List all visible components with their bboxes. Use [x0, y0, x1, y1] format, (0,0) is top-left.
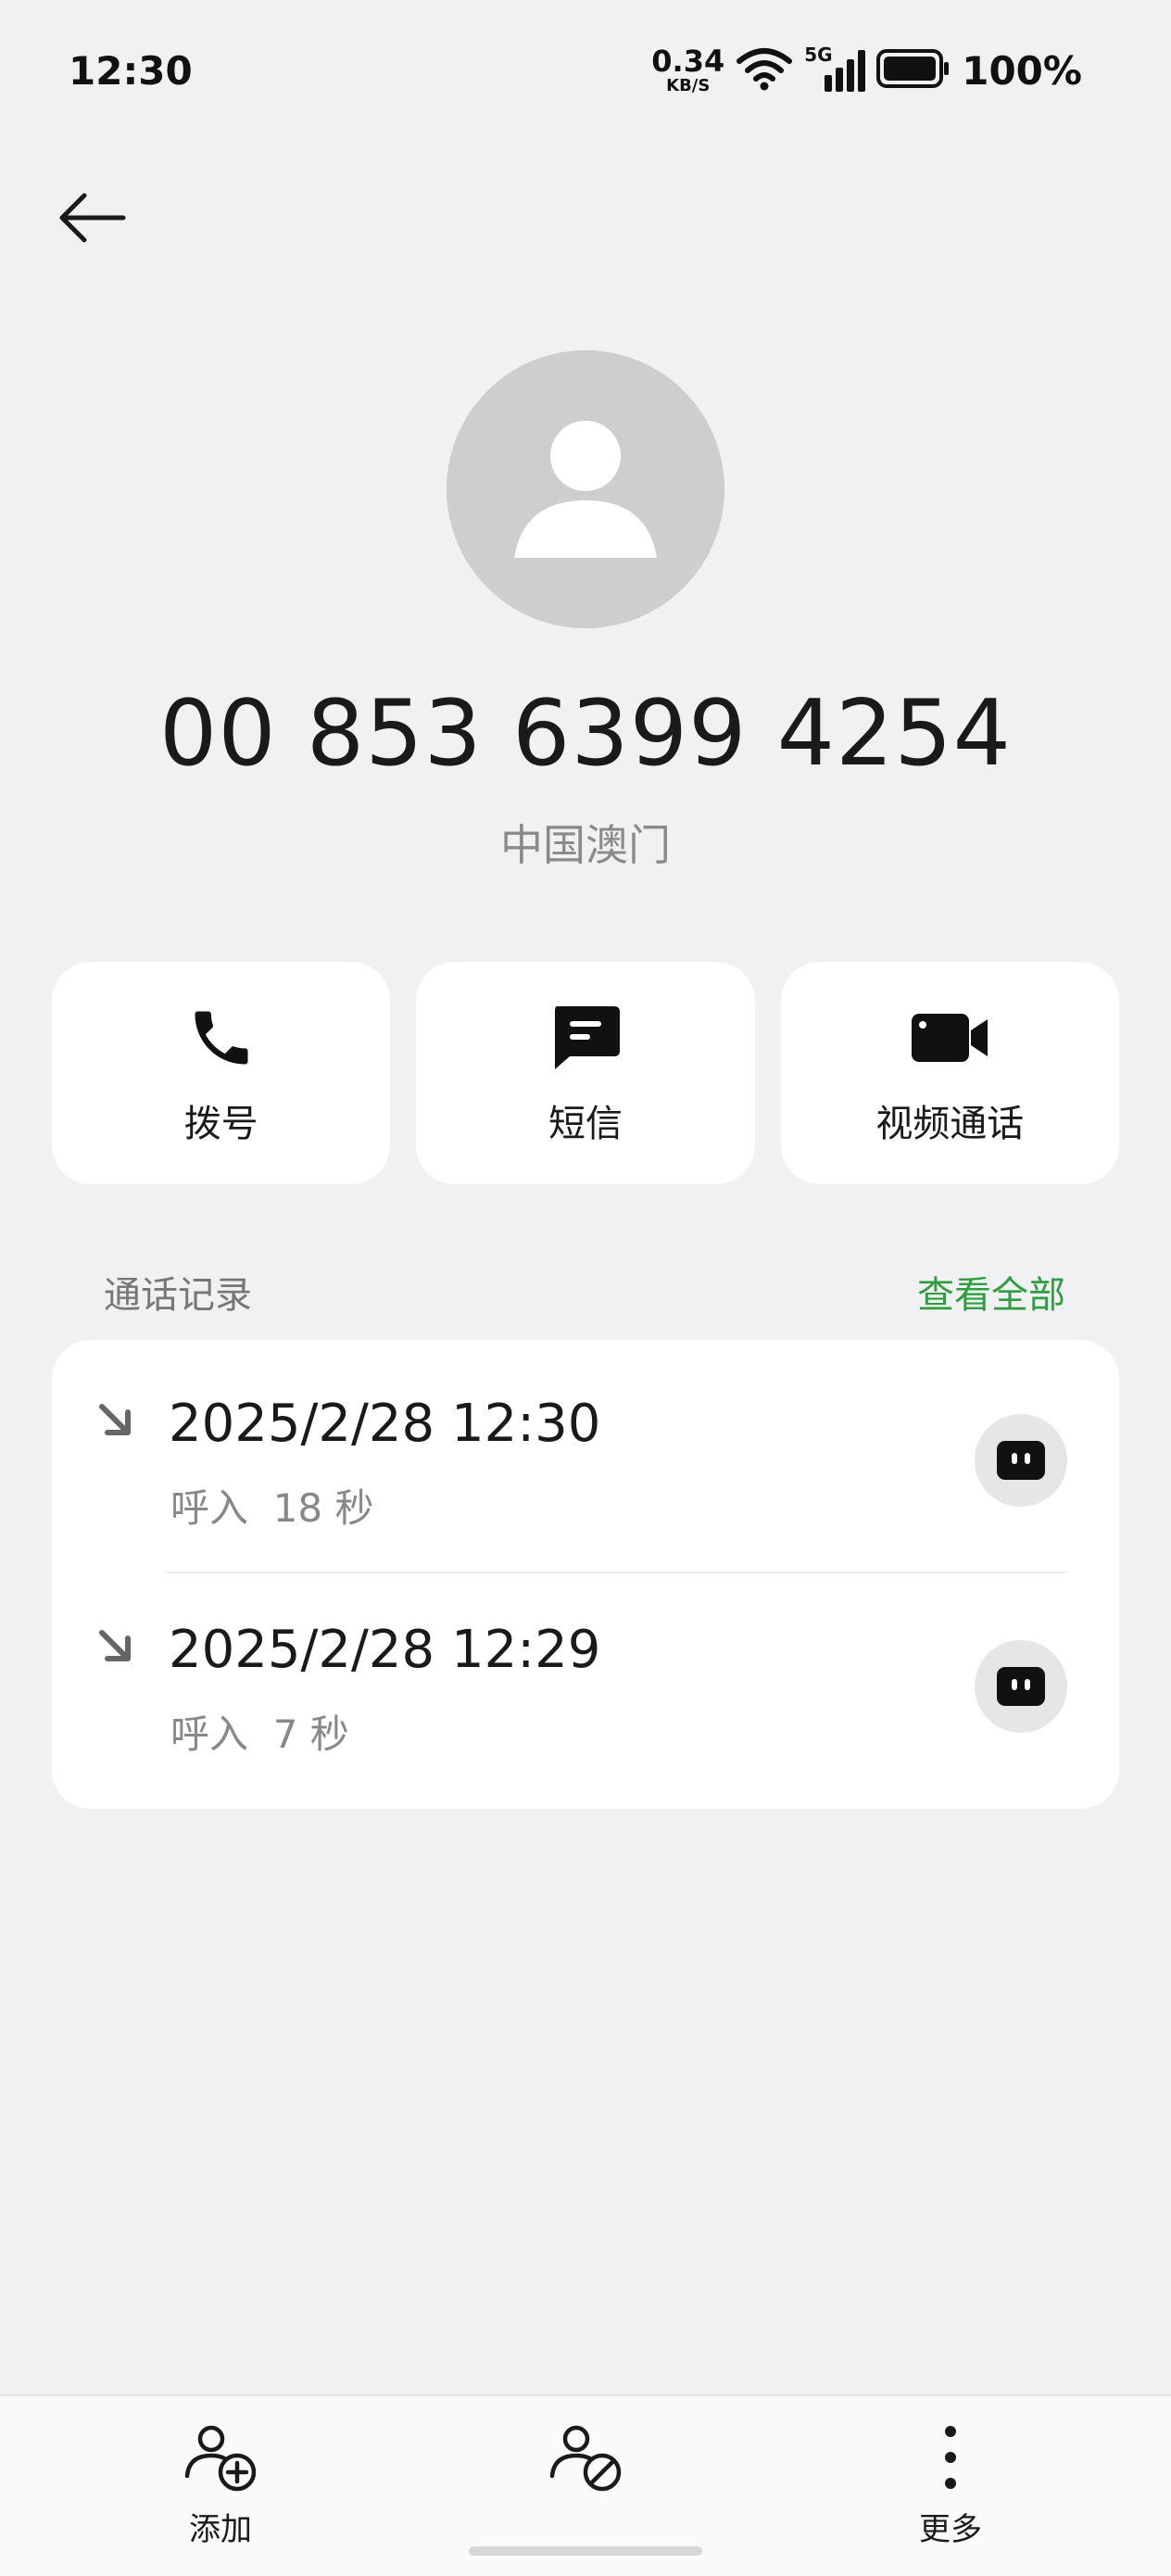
message-label: 短信	[548, 1103, 623, 1145]
network-speed-value: 0.34	[651, 44, 725, 79]
block-contact-icon	[549, 2425, 622, 2492]
call-datetime: 2025/2/28 12:29	[169, 1620, 601, 1680]
back-button[interactable]	[52, 178, 132, 258]
status-time: 12:30	[69, 48, 193, 94]
network-speed: 0.34 KB/S	[651, 46, 724, 95]
person-icon	[514, 421, 657, 558]
number-location: 中国澳门	[500, 820, 671, 870]
call-detail: 呼入 7 秒	[170, 1711, 349, 1757]
cellular-signal-icon: 5G	[804, 44, 866, 94]
status-indicators: 0.34 KB/S 5G 100%	[651, 43, 1082, 98]
wifi-icon	[736, 46, 793, 95]
quick-actions: 拨号 短信 视频通话	[52, 962, 1119, 1184]
call-info-button[interactable]	[975, 1640, 1067, 1733]
call-log-title: 通话记录	[104, 1274, 252, 1317]
block-contact-button[interactable]	[493, 2422, 678, 2504]
call-info-button[interactable]	[975, 1414, 1067, 1507]
video-call-button[interactable]: 视频通话	[780, 962, 1119, 1184]
call-log-list: 2025/2/28 12:30 呼入 18 秒 2025/2/28 12:29 …	[52, 1340, 1119, 1809]
message-button[interactable]: 短信	[416, 962, 755, 1184]
dial-label: 拨号	[183, 1103, 258, 1145]
battery-percent: 100%	[962, 47, 1082, 94]
contact-detail-screen: 12:30 0.34 KB/S 5G 100% 00 853 6399 4254…	[0, 0, 1171, 2576]
incoming-call-arrow-icon	[96, 1401, 135, 1444]
more-button[interactable]: 更多	[858, 2422, 1043, 2549]
phone-icon	[195, 1011, 248, 1065]
view-all-link[interactable]: 查看全部	[917, 1265, 1065, 1319]
message-bubble-icon	[997, 1441, 1045, 1480]
home-indicator[interactable]	[469, 2546, 702, 2556]
call-detail: 呼入 18 秒	[170, 1485, 374, 1531]
back-arrow-icon	[59, 193, 126, 243]
more-vertical-icon	[945, 2426, 956, 2489]
phone-number: 00 853 6399 4254	[158, 681, 1012, 787]
message-icon	[554, 1006, 620, 1069]
status-bar: 12:30 0.34 KB/S 5G 100%	[0, 0, 1171, 139]
call-log-item[interactable]: 2025/2/28 12:29 呼入 7 秒	[52, 1566, 1119, 1788]
call-log-item[interactable]: 2025/2/28 12:30 呼入 18 秒	[52, 1340, 1119, 1573]
dial-button[interactable]: 拨号	[52, 962, 391, 1184]
call-datetime: 2025/2/28 12:30	[169, 1394, 601, 1454]
contact-avatar	[447, 350, 724, 628]
network-speed-unit: KB/S	[666, 76, 711, 95]
message-bubble-icon	[997, 1667, 1045, 1706]
add-contact-icon	[184, 2425, 257, 2492]
more-label: 更多	[919, 2511, 982, 2548]
video-camera-icon	[912, 1014, 988, 1062]
video-call-label: 视频通话	[875, 1103, 1025, 1145]
add-contact-label: 添加	[189, 2511, 252, 2548]
add-contact-button[interactable]: 添加	[128, 2422, 313, 2549]
battery-icon	[876, 49, 951, 92]
incoming-call-arrow-icon	[96, 1627, 135, 1670]
